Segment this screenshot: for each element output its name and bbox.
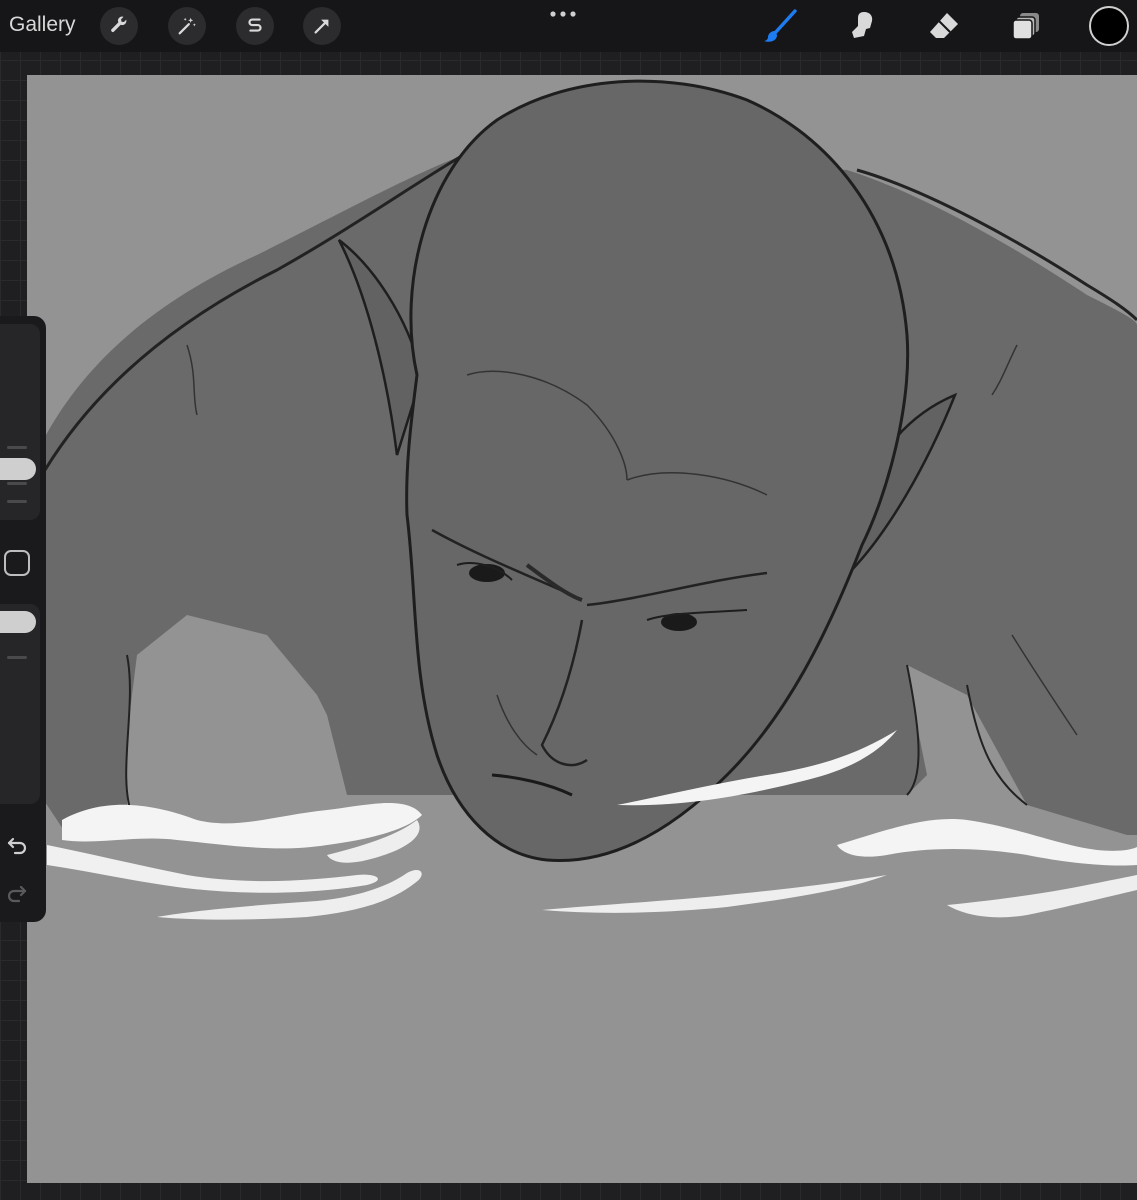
slider-tick <box>7 500 27 503</box>
eraser-icon <box>930 13 958 38</box>
square-modify-icon[interactable] <box>4 550 30 576</box>
brush-size-slider[interactable] <box>0 324 40 520</box>
wrench-icon <box>111 16 127 32</box>
top-toolbar: Gallery <box>0 0 1137 52</box>
opacity-knob[interactable] <box>0 611 36 633</box>
brush-size-knob[interactable] <box>0 458 36 480</box>
opacity-slider[interactable] <box>0 604 40 804</box>
smudge-finger-icon <box>852 12 873 38</box>
redo-icon <box>7 885 27 903</box>
left-sidebar <box>0 316 46 922</box>
transform-button[interactable] <box>303 7 341 45</box>
brush-icon <box>764 9 797 42</box>
artwork-illustration <box>27 75 1137 1183</box>
slider-tick <box>7 656 27 659</box>
layers-icon <box>1012 13 1039 40</box>
ellipsis-icon[interactable] <box>548 6 578 22</box>
magic-wand-icon <box>178 17 196 35</box>
slider-tick <box>7 482 27 485</box>
brush-tool-button[interactable] <box>760 6 800 46</box>
drawing-canvas[interactable] <box>27 75 1137 1183</box>
selection-s-icon <box>248 18 262 32</box>
layers-button[interactable] <box>1006 6 1046 46</box>
gallery-button[interactable]: Gallery <box>9 12 76 38</box>
selection-button[interactable] <box>236 7 274 45</box>
undo-button[interactable] <box>2 828 32 858</box>
undo-icon <box>7 837 27 855</box>
actions-button[interactable] <box>100 7 138 45</box>
arrow-cursor-icon <box>314 19 329 34</box>
smudge-tool-button[interactable] <box>842 6 882 46</box>
eraser-tool-button[interactable] <box>924 6 964 46</box>
color-picker-button[interactable] <box>1089 6 1129 46</box>
procreate-app: Gallery <box>0 0 1137 1200</box>
slider-tick <box>7 446 27 449</box>
redo-button[interactable] <box>2 876 32 906</box>
adjustments-button[interactable] <box>168 7 206 45</box>
